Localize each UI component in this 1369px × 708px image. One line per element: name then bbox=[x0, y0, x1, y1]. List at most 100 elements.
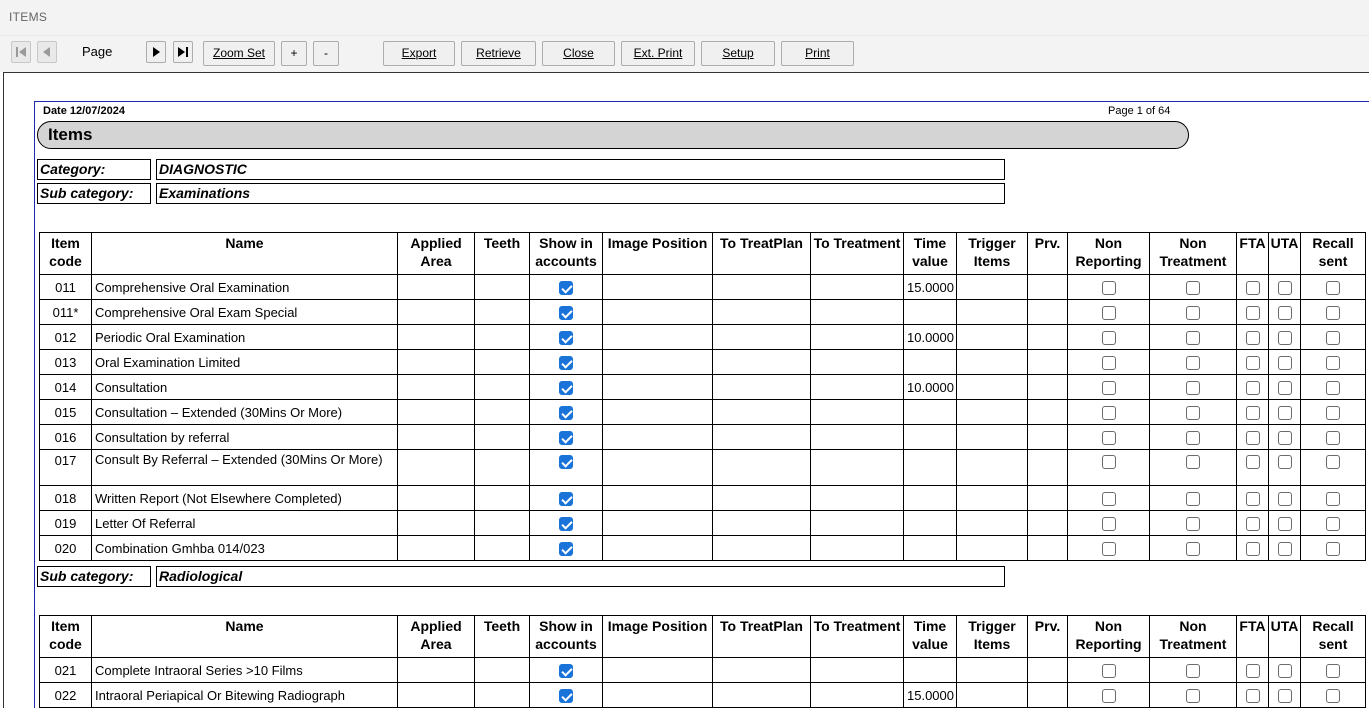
report-viewer[interactable]: Date 12/07/2024 Page 1 of 64 Items Categ… bbox=[3, 72, 1369, 708]
non-reporting-checkbox[interactable] bbox=[1101, 491, 1116, 506]
show-in-accounts-checkbox[interactable] bbox=[559, 663, 573, 678]
fta-checkbox[interactable] bbox=[1245, 663, 1260, 678]
show-in-accounts-checkbox[interactable] bbox=[559, 541, 573, 556]
first-page-button[interactable] bbox=[11, 41, 31, 63]
non-treatment-checkbox[interactable] bbox=[1186, 541, 1200, 556]
fta-checkbox[interactable] bbox=[1245, 516, 1260, 531]
uta-checkbox[interactable] bbox=[1277, 380, 1292, 395]
export-button[interactable]: Export bbox=[383, 41, 455, 66]
fta-checkbox[interactable] bbox=[1245, 355, 1260, 370]
uta-checkbox[interactable] bbox=[1277, 491, 1292, 506]
non-treatment-checkbox[interactable] bbox=[1186, 305, 1200, 320]
fta-checkbox[interactable] bbox=[1245, 305, 1260, 320]
recall-sent-checkbox[interactable] bbox=[1326, 305, 1340, 320]
show-in-accounts-checkbox[interactable] bbox=[559, 355, 573, 370]
fta-checkbox[interactable] bbox=[1245, 380, 1260, 395]
non-treatment-checkbox[interactable] bbox=[1186, 491, 1200, 506]
recall-sent-checkbox[interactable] bbox=[1326, 688, 1340, 703]
table-row: 015 Consultation – Extended (30Mins Or Mo… bbox=[39, 399, 1366, 425]
setup-button[interactable]: Setup bbox=[701, 41, 775, 66]
recall-sent-checkbox[interactable] bbox=[1326, 541, 1340, 556]
zoom-in-button[interactable]: + bbox=[281, 41, 307, 66]
print-button[interactable]: Print bbox=[781, 41, 854, 66]
non-treatment-checkbox[interactable] bbox=[1186, 688, 1200, 703]
uta-checkbox[interactable] bbox=[1277, 688, 1292, 703]
uta-checkbox[interactable] bbox=[1277, 330, 1292, 345]
uta-checkbox[interactable] bbox=[1277, 405, 1292, 420]
next-page-button[interactable] bbox=[146, 41, 166, 63]
fta-cell bbox=[1236, 349, 1269, 375]
last-page-button[interactable] bbox=[173, 41, 193, 63]
recall-sent-checkbox[interactable] bbox=[1326, 280, 1340, 295]
uta-checkbox[interactable] bbox=[1277, 516, 1292, 531]
non-reporting-checkbox[interactable] bbox=[1101, 454, 1116, 469]
non-treatment-checkbox[interactable] bbox=[1186, 380, 1200, 395]
non-treatment-checkbox[interactable] bbox=[1186, 330, 1200, 345]
fta-checkbox[interactable] bbox=[1245, 688, 1260, 703]
non-treatment-checkbox[interactable] bbox=[1186, 405, 1200, 420]
fta-checkbox[interactable] bbox=[1245, 330, 1260, 345]
fta-checkbox[interactable] bbox=[1245, 491, 1260, 506]
ext-print-button[interactable]: Ext. Print bbox=[621, 41, 695, 66]
fta-checkbox[interactable] bbox=[1245, 541, 1260, 556]
show-in-accounts-checkbox[interactable] bbox=[559, 491, 573, 506]
recall-sent-checkbox[interactable] bbox=[1326, 380, 1340, 395]
recall-sent-checkbox[interactable] bbox=[1326, 355, 1340, 370]
non-reporting-checkbox[interactable] bbox=[1101, 280, 1116, 295]
uta-checkbox[interactable] bbox=[1277, 305, 1292, 320]
previous-page-button[interactable] bbox=[37, 41, 57, 63]
non-reporting-checkbox[interactable] bbox=[1101, 405, 1116, 420]
non-reporting-checkbox[interactable] bbox=[1101, 663, 1116, 678]
non-treatment-checkbox[interactable] bbox=[1186, 280, 1200, 295]
column-header-fta: FTA bbox=[1236, 232, 1269, 275]
retrieve-button[interactable]: Retrieve bbox=[461, 41, 536, 66]
show-in-accounts-checkbox[interactable] bbox=[559, 516, 573, 531]
zoom-set-button[interactable]: Zoom Set bbox=[203, 41, 275, 66]
non-reporting-checkbox[interactable] bbox=[1101, 688, 1116, 703]
show-in-accounts-checkbox[interactable] bbox=[559, 330, 573, 345]
uta-checkbox[interactable] bbox=[1277, 541, 1292, 556]
recall-sent-checkbox[interactable] bbox=[1326, 454, 1340, 469]
zoom-out-button[interactable]: - bbox=[313, 41, 339, 66]
show-in-accounts-checkbox[interactable] bbox=[559, 380, 573, 395]
non-reporting-checkbox[interactable] bbox=[1101, 305, 1116, 320]
report-date: Date 12/07/2024 bbox=[43, 105, 125, 117]
recall-sent-checkbox[interactable] bbox=[1326, 516, 1340, 531]
non-treatment-checkbox[interactable] bbox=[1186, 454, 1200, 469]
fta-checkbox[interactable] bbox=[1245, 454, 1260, 469]
non-reporting-checkbox[interactable] bbox=[1101, 330, 1116, 345]
non-reporting-checkbox[interactable] bbox=[1101, 516, 1116, 531]
recall-sent-checkbox[interactable] bbox=[1326, 430, 1340, 445]
to-treatment-cell bbox=[810, 449, 904, 486]
show-in-accounts-checkbox[interactable] bbox=[559, 454, 573, 469]
recall-sent-checkbox[interactable] bbox=[1326, 491, 1340, 506]
non-reporting-checkbox[interactable] bbox=[1101, 541, 1116, 556]
show-in-accounts-checkbox[interactable] bbox=[559, 430, 573, 445]
show-in-accounts-checkbox[interactable] bbox=[559, 305, 573, 320]
non-reporting-checkbox[interactable] bbox=[1101, 355, 1116, 370]
fta-checkbox[interactable] bbox=[1245, 405, 1260, 420]
show-in-accounts-checkbox[interactable] bbox=[559, 688, 573, 703]
fta-cell bbox=[1236, 374, 1269, 400]
uta-checkbox[interactable] bbox=[1277, 663, 1292, 678]
fta-checkbox[interactable] bbox=[1245, 280, 1260, 295]
non-reporting-checkbox[interactable] bbox=[1101, 380, 1116, 395]
non-treatment-checkbox[interactable] bbox=[1186, 663, 1200, 678]
uta-checkbox[interactable] bbox=[1277, 430, 1292, 445]
uta-checkbox[interactable] bbox=[1277, 454, 1292, 469]
trigger-items-cell bbox=[956, 374, 1028, 400]
show-in-accounts-checkbox[interactable] bbox=[559, 405, 573, 420]
non-treatment-checkbox[interactable] bbox=[1186, 430, 1200, 445]
recall-sent-checkbox[interactable] bbox=[1326, 663, 1340, 678]
uta-checkbox[interactable] bbox=[1277, 355, 1292, 370]
non-treatment-checkbox[interactable] bbox=[1186, 516, 1200, 531]
recall-sent-checkbox[interactable] bbox=[1326, 405, 1340, 420]
non-reporting-checkbox[interactable] bbox=[1101, 430, 1116, 445]
non-treatment-checkbox[interactable] bbox=[1186, 355, 1200, 370]
close-button[interactable]: Close bbox=[542, 41, 615, 66]
recall-sent-checkbox[interactable] bbox=[1326, 330, 1340, 345]
uta-checkbox[interactable] bbox=[1277, 280, 1292, 295]
fta-checkbox[interactable] bbox=[1245, 430, 1260, 445]
previous-page-icon bbox=[43, 47, 50, 57]
show-in-accounts-checkbox[interactable] bbox=[559, 280, 573, 295]
